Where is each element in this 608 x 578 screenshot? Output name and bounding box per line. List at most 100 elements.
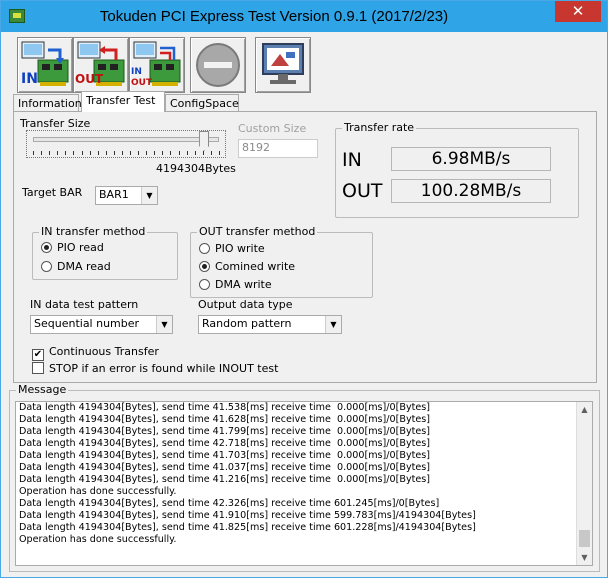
out-transfer-button[interactable]: OUT [73,37,129,93]
custom-size-label: Custom Size [238,122,307,135]
message-lines: Data length 4194304[Bytes], send time 41… [19,402,573,546]
out-method-group: OUT transfer method PIO write Comined wr… [190,225,373,298]
scroll-up-icon[interactable]: ▲ [577,402,592,417]
message-line: Data length 4194304[Bytes], send time 42… [19,498,440,509]
slider-tick [73,151,75,155]
radio-combined-write-indicator[interactable] [199,261,210,272]
svg-text:IN: IN [21,71,38,87]
transfer-size-slider[interactable] [26,130,226,158]
rate-in-value: 6.98MB/s [391,147,551,171]
message-line: Data length 4194304[Bytes], send time 41… [19,402,431,413]
transfer-rate-group: Transfer rate IN 6.98MB/s OUT 100.28MB/s [335,121,579,218]
message-line: Data length 4194304[Bytes], send time 42… [19,438,431,449]
output-type-select[interactable]: Random pattern ▼ [198,315,342,334]
in-pattern-select[interactable]: Sequential number ▼ [30,315,173,334]
transfer-test-panel: Transfer Size 4194304Bytes Custom Size 8… [13,111,597,383]
radio-pio-write[interactable]: PIO write [199,242,265,256]
slider-tick [202,151,204,155]
slider-thumb[interactable] [199,131,210,151]
stop-on-error-check[interactable] [32,362,44,374]
message-line: Operation has done successfully. [19,534,177,545]
radio-dma-write-label: DMA write [215,278,272,291]
radio-combined-write-label: Comined write [215,260,296,273]
message-line: Operation has done successfully. [19,486,177,497]
message-line: Data length 4194304[Bytes], send time 41… [19,450,431,461]
target-bar-label: Target BAR [22,186,83,199]
slider-tick [219,151,220,155]
inout-transfer-button[interactable]: IN OUT [129,37,185,93]
title-bar[interactable]: Tokuden PCI Express Test Version 0.9.1 (… [1,1,607,32]
slider-tick [49,151,51,155]
rate-in-label: IN [342,149,362,171]
slider-tick [210,151,212,155]
message-line: Data length 4194304[Bytes], send time 41… [19,510,476,521]
radio-dma-read[interactable]: DMA read [41,260,111,274]
radio-pio-write-label: PIO write [215,242,265,255]
radio-dma-write[interactable]: DMA write [199,278,272,292]
slider-tick [121,151,123,155]
radio-pio-write-indicator[interactable] [199,243,210,254]
slider-tick [194,151,196,155]
message-log[interactable]: Data length 4194304[Bytes], send time 41… [15,401,593,566]
radio-combined-write[interactable]: Comined write [199,260,295,274]
inout-transfer-icon: IN OUT [131,41,181,88]
message-line: Data length 4194304[Bytes], send time 41… [19,474,431,485]
message-line: Data length 4194304[Bytes], send time 41… [19,462,431,473]
transfer-rate-label: Transfer rate [342,121,417,134]
radio-dma-write-indicator[interactable] [199,279,210,290]
scroll-thumb[interactable] [579,530,590,547]
slider-tick [146,151,148,155]
message-line: Data length 4194304[Bytes], send time 41… [19,426,431,437]
slider-tick [138,151,140,155]
radio-pio-read-indicator[interactable] [41,242,52,253]
stop-icon [196,43,240,87]
in-transfer-button[interactable]: IN [17,37,73,93]
in-transfer-icon: IN [21,41,69,87]
stop-on-error-checkbox[interactable]: STOP if an error is found while INOUT te… [32,362,278,376]
transfer-size-value: 4194304Bytes [156,162,236,175]
scroll-down-icon[interactable]: ▼ [577,550,592,565]
slider-tick [186,151,188,155]
in-pattern-label: IN data test pattern [30,298,139,311]
in-pattern-value: Sequential number [34,317,140,330]
target-bar-select[interactable]: BAR1 ▼ [95,186,158,205]
tab-transfer-test[interactable]: Transfer Test [81,91,165,112]
in-method-group: IN transfer method PIO read DMA read [32,225,178,280]
slider-tick [105,151,107,155]
svg-text:OUT: OUT [131,78,153,88]
message-line: Data length 4194304[Bytes], send time 41… [19,522,476,533]
main-window: Tokuden PCI Express Test Version 0.9.1 (… [0,0,608,578]
stop-on-error-label: STOP if an error is found while INOUT te… [49,362,279,375]
slider-tick [130,151,132,155]
rate-out-value: 100.28MB/s [391,179,551,203]
message-group: Message Data length 4194304[Bytes], send… [9,383,600,572]
radio-dma-read-label: DMA read [57,260,111,273]
svg-text:IN: IN [131,67,142,77]
message-scrollbar[interactable]: ▲ ▼ [576,402,592,565]
target-bar-value: BAR1 [99,188,129,201]
slider-tick [170,151,172,155]
out-transfer-icon: OUT [75,41,125,86]
radio-dma-read-indicator[interactable] [41,261,52,272]
tab-configspace[interactable]: ConfigSpace [165,94,239,112]
monitor-icon [262,43,304,84]
continuous-transfer-checkbox[interactable]: ✔ Continuous Transfer [32,345,159,361]
radio-pio-read[interactable]: PIO read [41,241,104,255]
stop-button[interactable] [190,37,246,93]
slider-tick [162,151,164,155]
monitor-button[interactable] [255,37,311,93]
message-label: Message [16,383,69,396]
chevron-down-icon: ▼ [156,316,172,333]
in-method-label: IN transfer method [39,225,148,238]
slider-tick [89,151,91,155]
slider-tick [33,151,34,155]
continuous-transfer-check[interactable]: ✔ [32,349,44,361]
radio-pio-read-label: PIO read [57,241,104,254]
slider-tick [65,151,67,155]
custom-size-input[interactable]: 8192 [238,139,318,158]
chevron-down-icon: ▼ [325,316,341,333]
slider-tick [97,151,99,155]
tab-information[interactable]: Information [13,94,82,112]
close-button[interactable]: ✕ [555,1,601,22]
slider-tick [113,151,115,155]
